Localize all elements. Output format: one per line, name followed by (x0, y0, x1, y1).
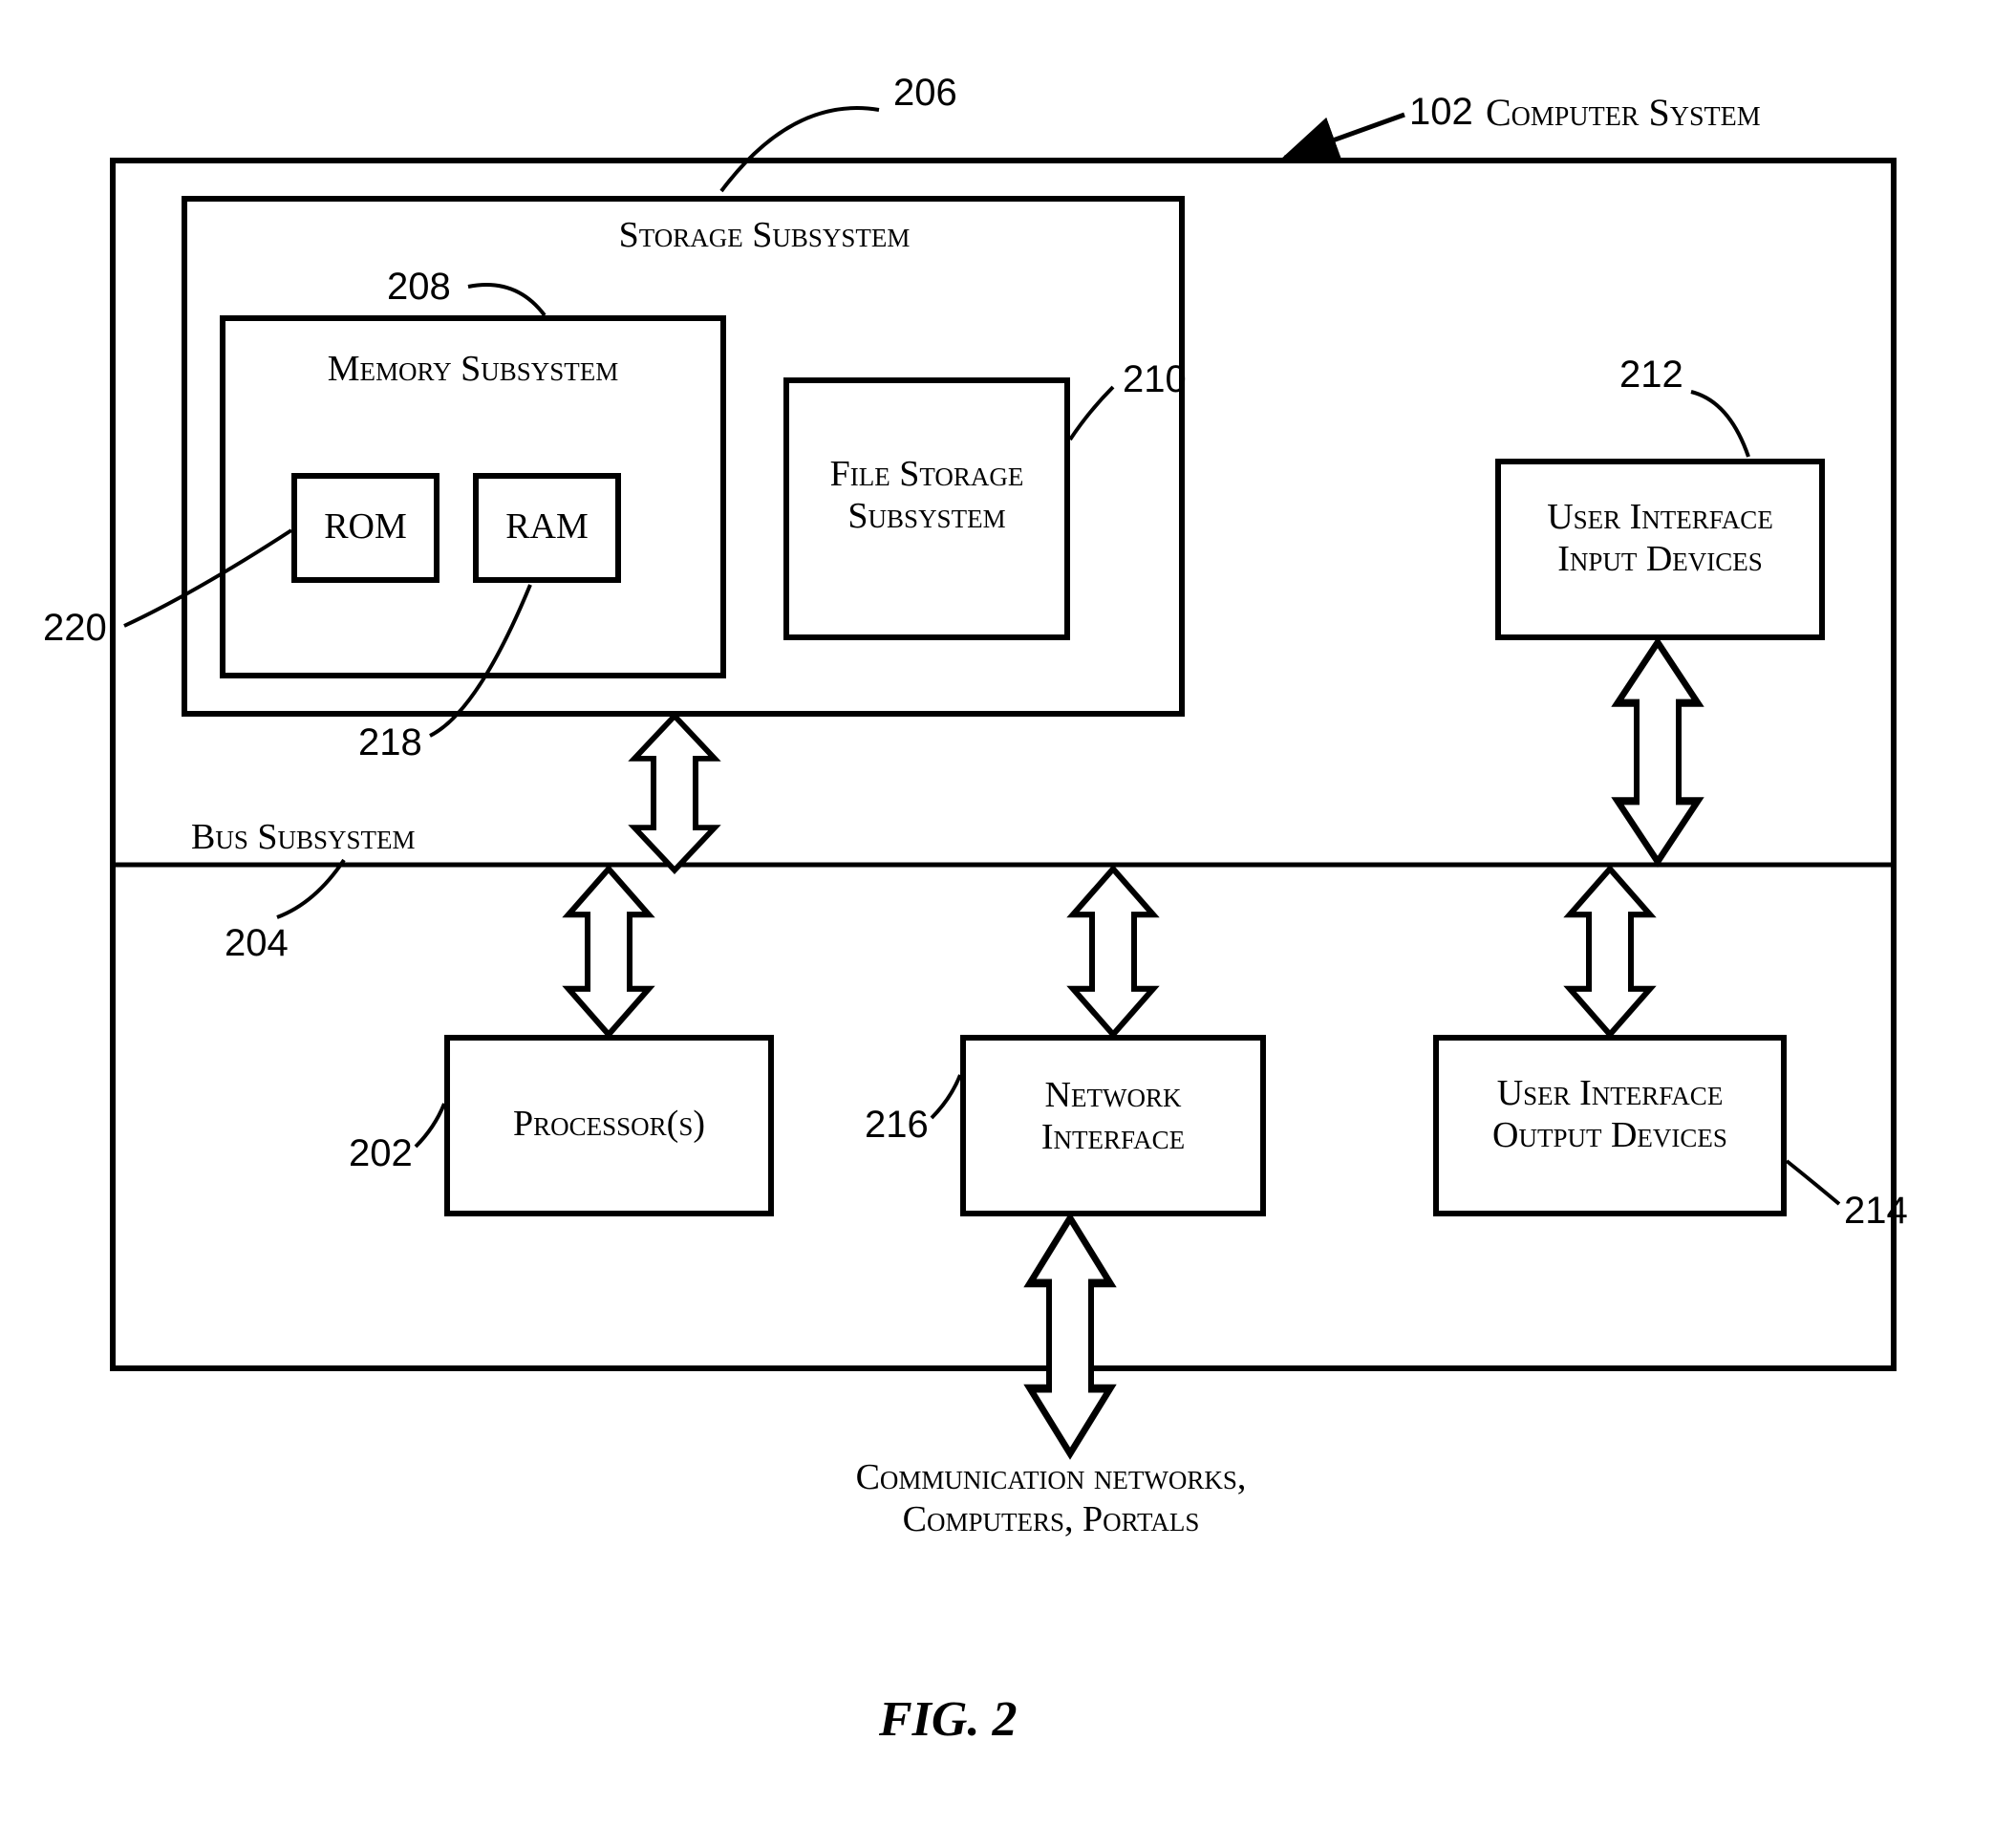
ref-202: 202 (349, 1132, 413, 1175)
storage-subsystem-label: Storage Subsystem (564, 215, 965, 257)
ref-210: 210 (1123, 358, 1187, 401)
ref-102: 102 (1409, 91, 1473, 134)
ref-212: 212 (1619, 354, 1683, 397)
comm-networks-label: Communication networks, Computers, Porta… (783, 1457, 1318, 1540)
ref-206: 206 (893, 72, 957, 115)
ram-label: RAM (473, 506, 621, 548)
figure-label: FIG. 2 (879, 1691, 1017, 1748)
processor-label: Processor(s) (444, 1104, 774, 1146)
ui-input-label: User Interface Input Devices (1495, 497, 1825, 580)
rom-label: ROM (291, 506, 439, 548)
ref-216: 216 (865, 1104, 929, 1147)
ref-214: 214 (1844, 1190, 1908, 1233)
ref-218: 218 (358, 721, 422, 764)
memory-subsystem-label: Memory Subsystem (282, 349, 664, 391)
ui-output-label: User Interface Output Devices (1433, 1073, 1787, 1156)
ref-208: 208 (387, 266, 451, 309)
ref-204: 204 (225, 922, 289, 965)
ref-220: 220 (43, 607, 107, 650)
bus-subsystem-label: Bus Subsystem (191, 817, 497, 859)
file-storage-label: File Storage Subsystem (783, 454, 1070, 537)
network-interface-label: Network Interface (960, 1075, 1266, 1158)
title-text: Computer System (1486, 91, 1761, 135)
